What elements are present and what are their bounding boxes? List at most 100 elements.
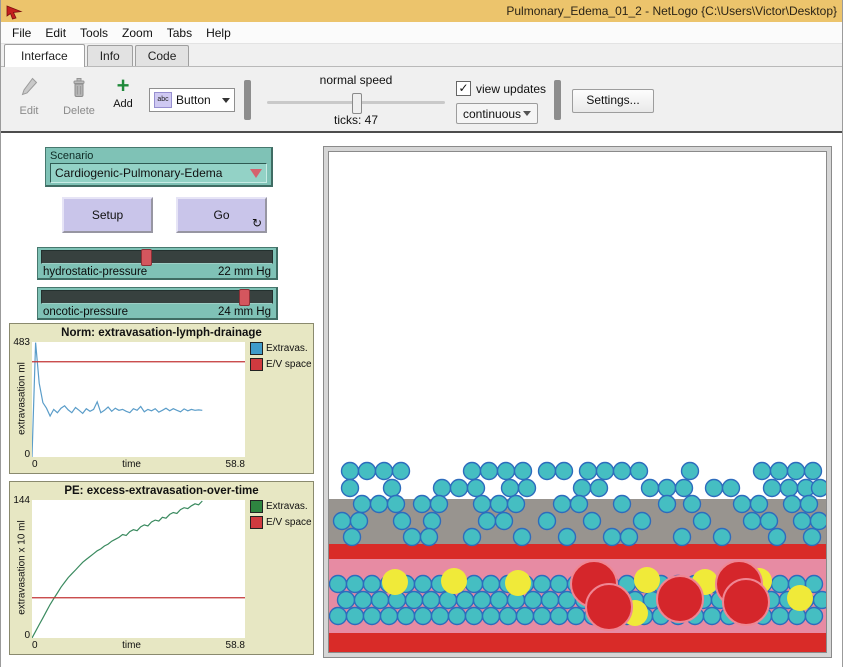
x-axis-title: time (122, 459, 141, 470)
water-molecule (517, 608, 534, 625)
hydrostatic-pressure-slider[interactable]: hydrostatic-pressure 22 mm Hg (37, 247, 278, 280)
tab-bar: Interface Info Code (1, 44, 842, 67)
speed-slider-thumb[interactable] (352, 93, 362, 114)
update-mode-dropdown[interactable]: continuous (456, 103, 538, 124)
water-molecule (571, 496, 588, 513)
menu-tools[interactable]: Tools (73, 24, 115, 42)
water-molecule (539, 463, 556, 480)
water-molecule (551, 576, 568, 593)
view-updates-checkbox[interactable]: ✓ (456, 81, 471, 96)
water-molecule (359, 463, 376, 480)
water-molecule (604, 529, 621, 546)
water-molecule (393, 463, 410, 480)
water-molecule (631, 463, 648, 480)
water-molecule (551, 608, 568, 625)
water-molecule (466, 608, 483, 625)
netlogo-logo-icon (5, 2, 23, 20)
widget-type-dropdown[interactable]: abc Button (149, 88, 235, 112)
x-min-label: 0 (32, 640, 38, 651)
y-min-label: 0 (10, 449, 30, 460)
water-molecule (415, 576, 432, 593)
water-molecule (704, 608, 721, 625)
x-max-label: 58.8 (226, 459, 245, 470)
slider-groove[interactable] (41, 250, 273, 264)
water-molecule (754, 463, 771, 480)
pencil-icon (20, 77, 38, 98)
water-molecule (355, 592, 372, 609)
water-molecule (404, 529, 421, 546)
y-max-label: 144 (10, 495, 30, 506)
speed-slider-track[interactable] (267, 101, 445, 104)
water-molecule (483, 608, 500, 625)
water-molecule (481, 463, 498, 480)
go-button-label: Go (213, 208, 229, 222)
oncotic-pressure-slider[interactable]: oncotic-pressure 24 mm Hg (37, 287, 278, 320)
speed-control: normal speed ticks: 47 (263, 73, 449, 127)
y-max-label: 483 (10, 337, 30, 348)
water-molecule (744, 513, 761, 530)
water-molecule (801, 496, 818, 513)
water-molecule (568, 608, 585, 625)
slider-handle[interactable] (239, 289, 250, 306)
go-button[interactable]: Go ↻ (176, 197, 267, 233)
plot-title: Norm: extravasation-lymph-drainage (10, 327, 313, 339)
forever-arrows-icon: ↻ (252, 216, 262, 230)
water-molecule (434, 480, 451, 497)
tab-code[interactable]: Code (135, 45, 190, 66)
water-molecule (432, 608, 449, 625)
albumin-molecule (505, 570, 531, 596)
red-blood-cell (586, 584, 632, 630)
legend-swatch-extravas (250, 500, 263, 513)
view-updates-control[interactable]: ✓ view updates (456, 81, 546, 96)
tab-interface[interactable]: Interface (4, 44, 85, 67)
water-molecule (394, 513, 411, 530)
add-widget-button[interactable]: + Add (107, 76, 139, 110)
water-molecule (384, 480, 401, 497)
water-molecule (496, 513, 513, 530)
water-molecule (597, 463, 614, 480)
water-molecule (371, 496, 388, 513)
water-molecule (364, 608, 381, 625)
scenario-chooser[interactable]: Scenario Cardiogenic-Pulmonary-Edema (45, 147, 273, 187)
water-molecule (805, 463, 822, 480)
add-label: Add (107, 98, 139, 110)
legend-label: E/V space (266, 517, 312, 528)
water-molecule (804, 529, 821, 546)
menu-tabs[interactable]: Tabs (160, 24, 199, 42)
menu-zoom[interactable]: Zoom (115, 24, 160, 42)
water-molecule (676, 480, 693, 497)
setup-button[interactable]: Setup (62, 197, 153, 233)
slider-groove[interactable] (41, 290, 273, 304)
plot-legend: Extravas. E/V space (250, 342, 312, 374)
water-molecule (457, 592, 474, 609)
legend-label: Extravas. (266, 343, 308, 354)
world-view[interactable] (328, 151, 827, 653)
x-min-label: 0 (32, 459, 38, 470)
water-molecule (344, 529, 361, 546)
edit-widget-button[interactable]: Edit (11, 77, 47, 117)
abc-button-icon: abc (154, 92, 172, 108)
water-molecule (440, 592, 457, 609)
tab-info[interactable]: Info (87, 45, 133, 66)
water-molecule (794, 513, 811, 530)
slider-handle[interactable] (141, 249, 152, 266)
settings-button[interactable]: Settings... (572, 89, 654, 113)
water-molecule (659, 496, 676, 513)
menu-help[interactable]: Help (199, 24, 238, 42)
water-molecule (706, 480, 723, 497)
water-molecule (642, 480, 659, 497)
chooser-field[interactable]: Cardiogenic-Pulmonary-Edema (50, 163, 267, 183)
water-molecule (342, 463, 359, 480)
water-molecule (347, 576, 364, 593)
netlogo-window: Pulmonary_Edema_01_2 - NetLogo {C:\Users… (0, 0, 843, 667)
slider-label: oncotic-pressure (43, 306, 218, 318)
widget-type-value: Button (176, 93, 222, 107)
water-molecule (342, 480, 359, 497)
edit-label: Edit (11, 105, 47, 117)
title-bar[interactable]: Pulmonary_Edema_01_2 - NetLogo {C:\Users… (1, 0, 842, 22)
delete-widget-button[interactable]: Delete (58, 77, 100, 117)
menu-edit[interactable]: Edit (38, 24, 73, 42)
legend-swatch-extravas (250, 342, 263, 355)
menu-file[interactable]: File (5, 24, 38, 42)
water-molecule (734, 496, 751, 513)
